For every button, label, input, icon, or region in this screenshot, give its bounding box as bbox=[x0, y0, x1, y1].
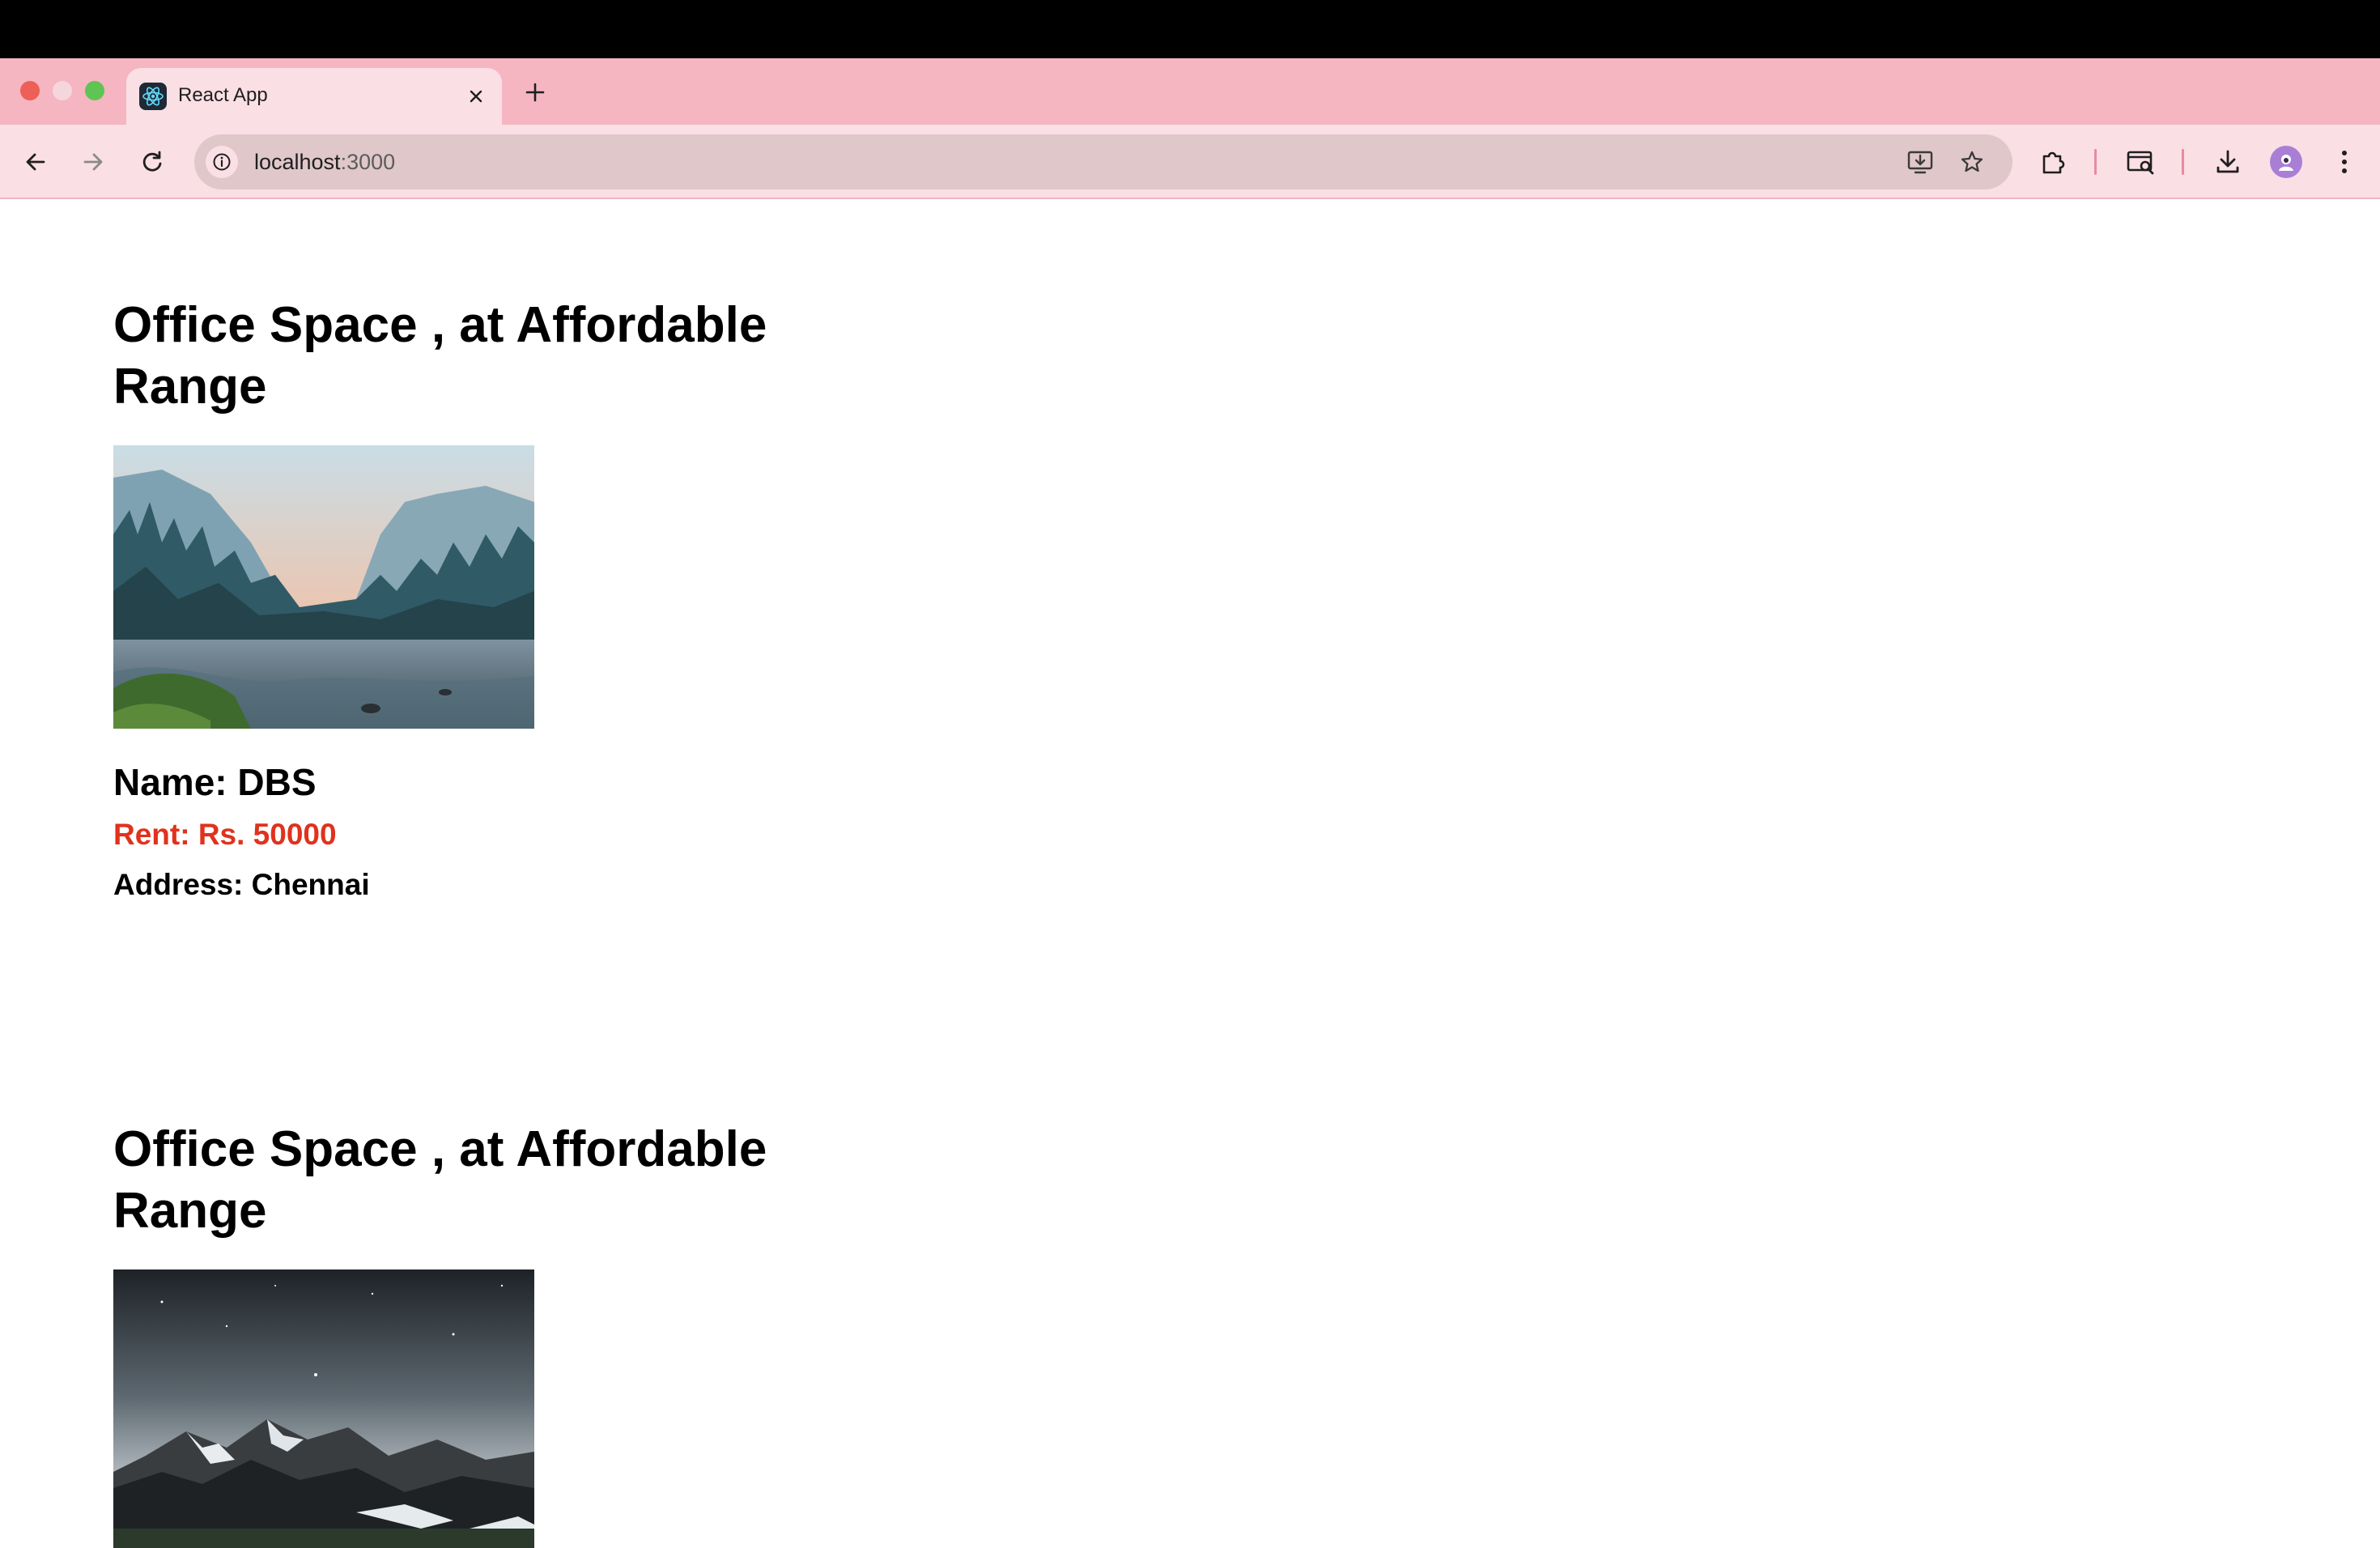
tab-search-icon[interactable] bbox=[2121, 142, 2160, 181]
window-zoom-button[interactable] bbox=[85, 81, 104, 100]
address-bar[interactable]: localhost:3000 bbox=[194, 134, 2012, 189]
download-icon[interactable] bbox=[2208, 142, 2247, 181]
office-rent: Rent: Rs. 50000 bbox=[113, 818, 337, 851]
profile-avatar-icon[interactable] bbox=[2270, 146, 2302, 178]
office-card: Office Space , at Affordable Range bbox=[113, 295, 842, 904]
install-app-icon[interactable] bbox=[1904, 146, 1936, 178]
page-viewport: Office Space , at Affordable Range Name:… bbox=[0, 201, 2380, 1548]
site-info-icon[interactable] bbox=[206, 146, 238, 178]
chrome-menu-kebab-icon[interactable] bbox=[2325, 142, 2364, 181]
react-logo-icon bbox=[139, 83, 167, 110]
toolbar-divider bbox=[2094, 149, 2097, 175]
office-address: Address: Chennai bbox=[113, 868, 370, 901]
office-heading: Office Space , at Affordable Range bbox=[113, 1121, 767, 1239]
office-card: Office Space , at Affordable Range bbox=[113, 1119, 842, 1548]
url-host: localhost bbox=[254, 150, 341, 174]
url-text: localhost:3000 bbox=[254, 150, 395, 175]
night-mountains-photo bbox=[113, 1269, 534, 1548]
close-tab-icon[interactable] bbox=[463, 83, 489, 109]
valley-forest-river-photo bbox=[113, 445, 534, 729]
url-port: :3000 bbox=[340, 150, 396, 174]
browser-tab-active[interactable]: React App bbox=[126, 68, 502, 125]
window-close-button[interactable] bbox=[20, 81, 40, 100]
toolbar-divider bbox=[2182, 149, 2184, 175]
reload-icon[interactable] bbox=[133, 142, 172, 181]
extensions-puzzle-icon[interactable] bbox=[2034, 142, 2072, 181]
back-arrow-icon[interactable] bbox=[16, 142, 55, 181]
new-tab-plus-icon[interactable] bbox=[519, 76, 551, 108]
office-heading: Office Space , at Affordable Range bbox=[113, 297, 767, 415]
office-name: Name: DBS bbox=[113, 761, 317, 803]
tab-title: React App bbox=[178, 84, 268, 106]
bookmark-star-icon[interactable] bbox=[1956, 146, 1988, 178]
forward-arrow-icon[interactable] bbox=[74, 142, 113, 181]
system-menu-bar bbox=[0, 0, 2380, 58]
browser-toolbar: localhost:3000 bbox=[0, 125, 2380, 199]
window-minimize-button[interactable] bbox=[53, 81, 72, 100]
